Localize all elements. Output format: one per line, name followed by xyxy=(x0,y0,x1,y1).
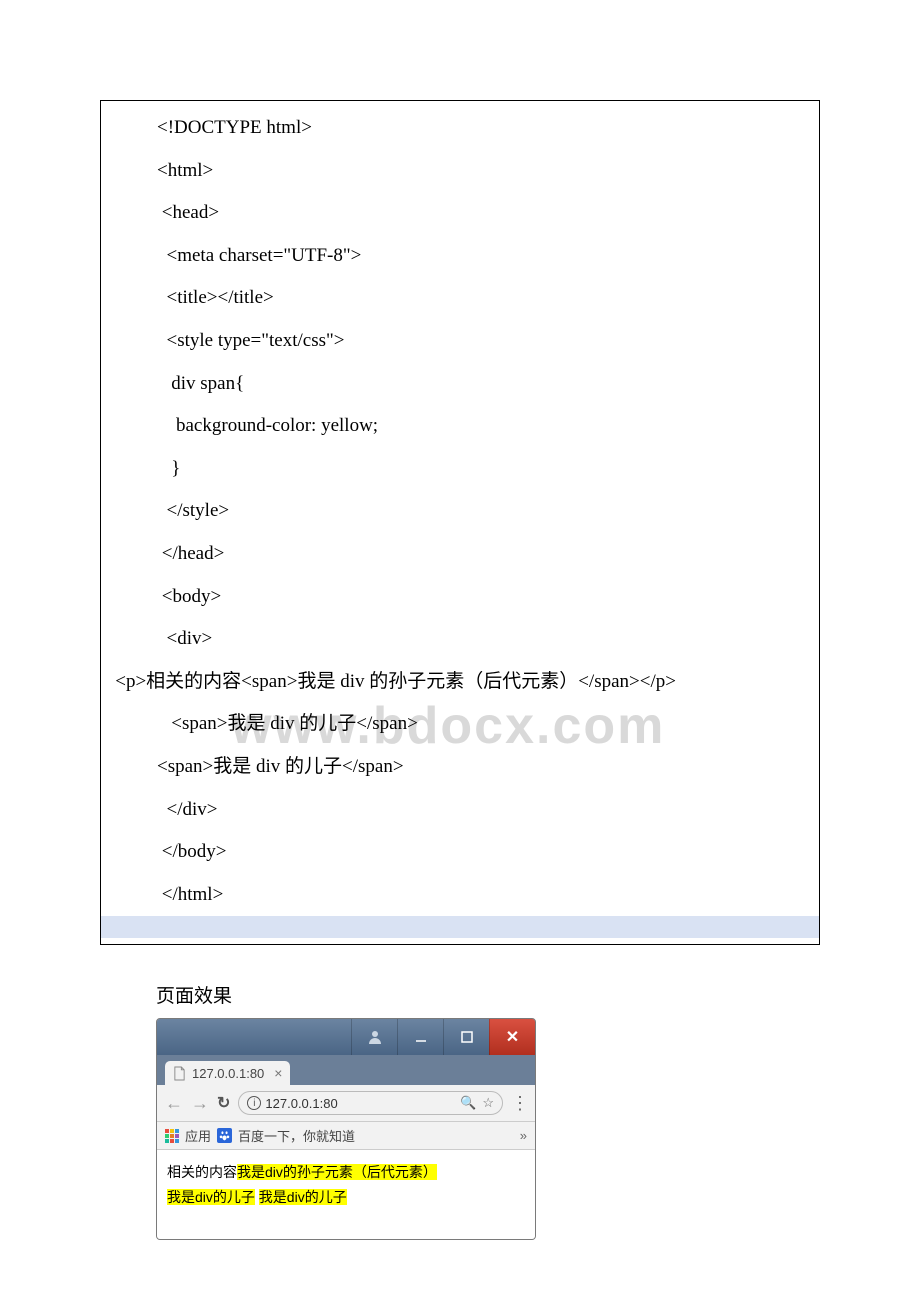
zoom-icon[interactable]: 🔍 xyxy=(460,1095,476,1111)
reload-button[interactable]: ↻ xyxy=(217,1093,230,1113)
close-button[interactable]: ✕ xyxy=(489,1019,535,1055)
url-input[interactable]: i 127.0.0.1:80 🔍 ☆ xyxy=(238,1091,503,1115)
file-icon xyxy=(173,1066,186,1081)
baidu-icon[interactable] xyxy=(217,1128,232,1143)
bookmarks-bar: 应用 百度一下，你就知道 » xyxy=(157,1122,535,1150)
content-line-2: 我是div的儿子 我是div的儿子 xyxy=(167,1185,525,1210)
maximize-button[interactable] xyxy=(443,1019,489,1055)
browser-window: ✕ 127.0.0.1:80 × ← → ↻ i 127.0.0.1:80 xyxy=(156,1018,536,1239)
code-line: } xyxy=(101,448,819,491)
minimize-icon xyxy=(415,1031,427,1043)
caption-text: 页面效果 xyxy=(100,975,820,1018)
back-button[interactable]: ← xyxy=(165,1093,183,1114)
window-titlebar: ✕ xyxy=(157,1019,535,1055)
apps-label[interactable]: 应用 xyxy=(185,1126,211,1145)
divider-bar xyxy=(101,916,819,938)
code-line: </body> xyxy=(101,831,819,874)
tab-title: 127.0.0.1:80 xyxy=(192,1066,264,1081)
code-line: <title></title> xyxy=(101,277,819,320)
apps-icon[interactable] xyxy=(165,1129,179,1143)
content-line-1: 相关的内容我是div的孙子元素（后代元素） xyxy=(167,1160,525,1185)
close-icon: ✕ xyxy=(506,1027,519,1047)
highlighted-text: 我是div的儿子 xyxy=(167,1189,255,1205)
star-icon[interactable]: ☆ xyxy=(482,1095,494,1111)
highlighted-text: 我是div的孙子元素（后代元素） xyxy=(237,1164,437,1180)
addressbar: ← → ↻ i 127.0.0.1:80 🔍 ☆ ⋮ xyxy=(157,1085,535,1122)
code-line: <head> xyxy=(101,192,819,235)
code-line: <html> xyxy=(101,150,819,193)
code-block: www.bdocx.com <!DOCTYPE html> <html> <he… xyxy=(100,100,820,945)
highlighted-text: 我是div的儿子 xyxy=(259,1189,347,1205)
page-content: 相关的内容我是div的孙子元素（后代元素） 我是div的儿子 我是div的儿子 xyxy=(157,1150,535,1238)
tabstrip: 127.0.0.1:80 × xyxy=(157,1055,535,1085)
forward-button[interactable]: → xyxy=(191,1093,209,1114)
user-button[interactable] xyxy=(351,1019,397,1055)
code-line: <div> xyxy=(101,618,819,661)
code-line: <meta charset="UTF-8"> xyxy=(101,235,819,278)
url-text: 127.0.0.1:80 xyxy=(265,1096,337,1111)
code-line: </div> xyxy=(101,789,819,832)
bookmark-label[interactable]: 百度一下，你就知道 xyxy=(238,1126,355,1145)
code-line: <body> xyxy=(101,576,819,619)
code-line: <span>我是 div 的儿子</span> xyxy=(101,746,819,789)
code-line: </html> xyxy=(101,874,819,917)
menu-button[interactable]: ⋮ xyxy=(511,1093,527,1114)
tab-close-icon[interactable]: × xyxy=(274,1065,282,1081)
code-line: <!DOCTYPE html> xyxy=(101,107,819,150)
code-line: <span>我是 div 的儿子</span> xyxy=(101,703,819,746)
minimize-button[interactable] xyxy=(397,1019,443,1055)
chevron-right-icon[interactable]: » xyxy=(520,1128,527,1143)
code-line: <style type="text/css"> xyxy=(101,320,819,363)
code-line: background-color: yellow; xyxy=(101,405,819,448)
info-icon[interactable]: i xyxy=(247,1096,261,1110)
code-line: <p>相关的内容<span>我是 div 的孙子元素（后代元素）</span><… xyxy=(101,661,819,704)
code-line: </style> xyxy=(101,490,819,533)
code-line: div span{ xyxy=(101,363,819,406)
code-line: </head> xyxy=(101,533,819,576)
user-icon xyxy=(367,1029,383,1045)
plain-text: 相关的内容 xyxy=(167,1164,237,1180)
maximize-icon xyxy=(461,1031,473,1043)
browser-tab[interactable]: 127.0.0.1:80 × xyxy=(165,1061,290,1085)
